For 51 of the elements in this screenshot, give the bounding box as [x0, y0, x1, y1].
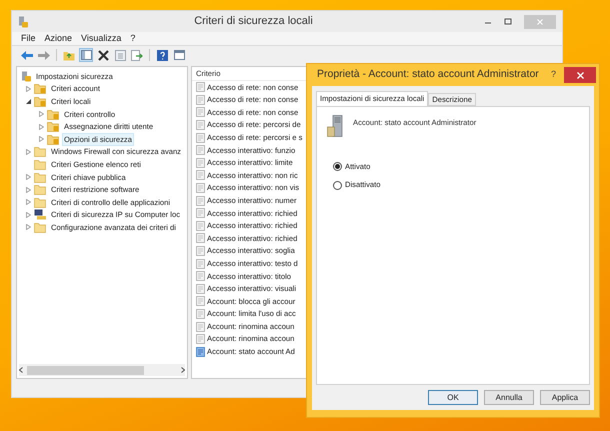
- locked-folder-icon: [34, 96, 47, 107]
- menu-item[interactable]: File: [21, 32, 36, 46]
- locked-folder-icon: [47, 134, 60, 145]
- locked-folder-icon: [47, 121, 60, 132]
- dialog-button[interactable]: Annulla: [484, 390, 534, 405]
- maximize-icon[interactable]: [503, 16, 513, 26]
- folder-icon: [34, 172, 47, 183]
- folder-icon: [34, 184, 47, 196]
- export-icon[interactable]: [130, 48, 144, 62]
- locked-folder-icon: [47, 108, 60, 120]
- dialog-button[interactable]: OK: [428, 390, 478, 405]
- menu-item[interactable]: ?: [130, 32, 136, 46]
- dialog-title: Proprietà - Account: stato account Administrator: [316, 67, 540, 82]
- close-icon[interactable]: [576, 72, 584, 78]
- scroll-left-icon[interactable]: [19, 367, 23, 373]
- folder-icon: [34, 196, 47, 208]
- collapsed-arrow-icon[interactable]: [26, 212, 31, 218]
- folder-icon: [34, 158, 47, 170]
- collapsed-arrow-icon[interactable]: [26, 186, 31, 193]
- collapsed-arrow-icon[interactable]: [26, 86, 31, 92]
- radio-button[interactable]: [333, 180, 342, 190]
- collapsed-arrow-icon[interactable]: [26, 199, 31, 206]
- menu-item[interactable]: Azione: [44, 32, 72, 46]
- app-icon: [18, 16, 29, 28]
- collapsed-arrow-icon[interactable]: [39, 136, 44, 142]
- collapsed-arrow-icon[interactable]: [39, 111, 44, 118]
- radio-button[interactable]: [333, 162, 342, 172]
- menu-item[interactable]: Visualizza: [81, 32, 122, 46]
- close-button[interactable]: [564, 67, 596, 83]
- help-button[interactable]: ?: [542, 68, 564, 82]
- back-arrow-icon[interactable]: [20, 48, 34, 62]
- collapsed-arrow-icon[interactable]: [39, 124, 44, 130]
- locked-folder-icon: [34, 83, 47, 94]
- collapsed-arrow-icon[interactable]: [26, 148, 31, 155]
- expanded-arrow-icon[interactable]: [26, 98, 31, 104]
- window-title: Criteri di sicurezza locali: [193, 14, 314, 30]
- tree-pane-icon[interactable]: [79, 48, 93, 62]
- collapsed-arrow-icon[interactable]: [26, 224, 31, 230]
- scroll-right-icon[interactable]: [181, 367, 185, 373]
- folder-icon: [34, 222, 47, 233]
- server-icon: [327, 115, 343, 137]
- collapsed-arrow-icon[interactable]: [26, 174, 31, 180]
- dialog-button[interactable]: Applica: [540, 390, 590, 405]
- scrollbar-thumb[interactable]: [27, 366, 144, 374]
- horizontal-scrollbar[interactable]: [19, 364, 185, 376]
- security-settings-icon: [21, 70, 32, 82]
- window-pane-icon[interactable]: [172, 48, 186, 62]
- folder-icon: [34, 146, 47, 158]
- help-icon[interactable]: [155, 48, 169, 62]
- forward-arrow-icon[interactable]: [37, 48, 51, 62]
- delete-icon[interactable]: [96, 48, 110, 62]
